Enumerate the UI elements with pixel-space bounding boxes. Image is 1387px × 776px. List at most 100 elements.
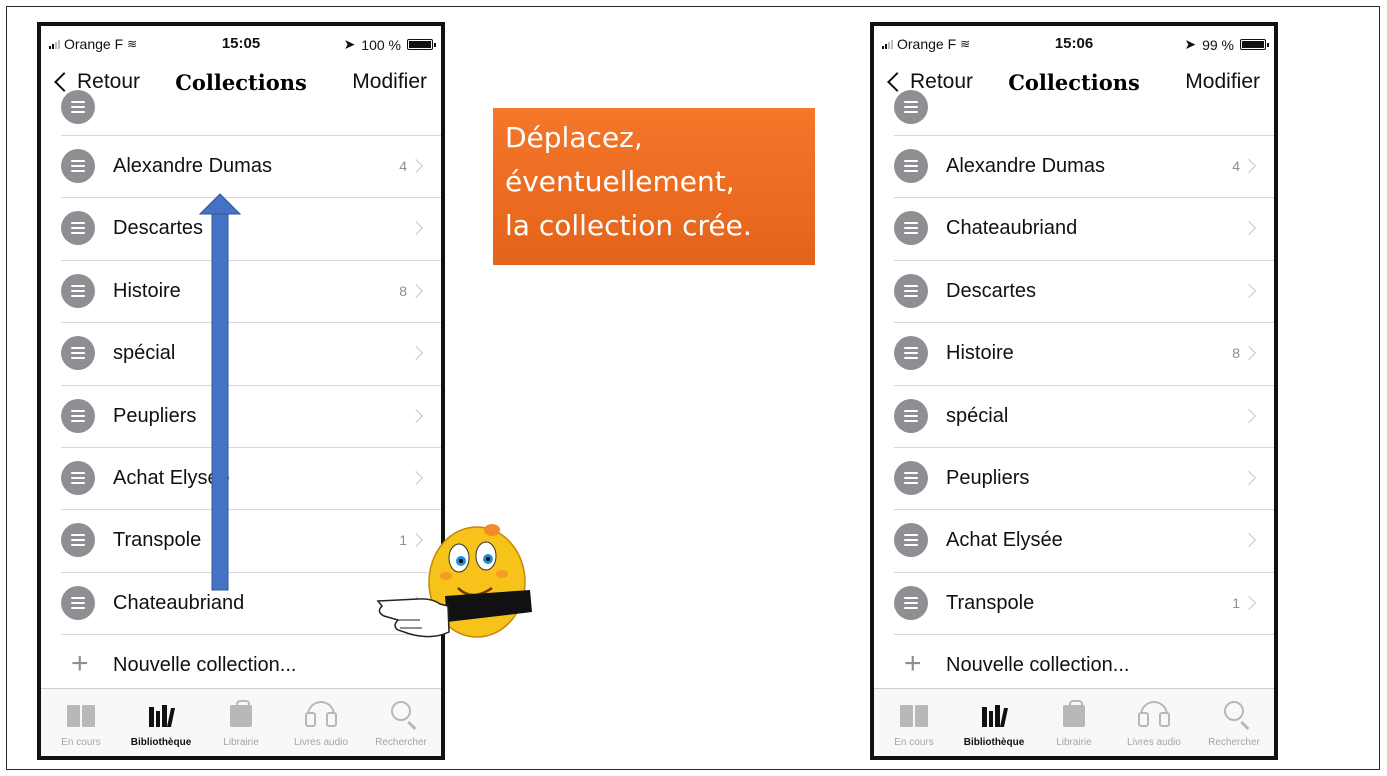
collection-name: Histoire	[113, 279, 181, 302]
item-count: 4	[1232, 158, 1240, 174]
collection-name: Achat Elysée	[946, 529, 1063, 552]
callout-line: la collection crée.	[505, 209, 752, 242]
tab-label: Rechercher	[375, 737, 427, 748]
tab-label: Livres audio	[294, 737, 348, 748]
collection-icon	[61, 336, 95, 371]
tab-store[interactable]: Librairie	[1034, 689, 1114, 756]
shopping-bag-icon	[1034, 697, 1114, 727]
status-right: ➤ 99 %	[1184, 36, 1269, 53]
edit-button[interactable]: Modifier	[1185, 70, 1260, 94]
list-item[interactable]: spécial	[61, 323, 441, 386]
item-count: 8	[1232, 345, 1240, 362]
collection-icon	[894, 211, 928, 246]
library-icon	[954, 697, 1034, 727]
chevron-right-icon	[1241, 533, 1257, 548]
list-item[interactable]: spécial	[894, 386, 1274, 448]
list-item[interactable]: Descartes	[894, 261, 1274, 324]
collection-name: Transpole	[113, 529, 202, 552]
new-collection-label: Nouvelle collection...	[113, 654, 297, 677]
shopping-bag-icon	[201, 697, 281, 727]
tab-reading-now[interactable]: En cours	[874, 689, 954, 756]
collection-name: spécial	[946, 404, 1009, 427]
chevron-right-icon	[408, 158, 424, 174]
tab-label: Livres audio	[1127, 737, 1181, 748]
collection-name: Alexandre Dumas	[113, 155, 272, 177]
tab-audiobooks[interactable]: Livres audio	[281, 689, 361, 756]
list-item[interactable]: Alexandre Dumas 4	[894, 136, 1274, 199]
list-item[interactable]: Achat Elysée	[894, 510, 1274, 573]
battery-icon	[1240, 39, 1269, 50]
tab-label: Librairie	[1056, 737, 1092, 748]
list-item[interactable]: Chateaubriand	[61, 573, 441, 636]
list-item[interactable]: Histoire 8	[894, 323, 1274, 386]
list-item[interactable]: Transpole 1	[61, 510, 441, 573]
collection-name: Peupliers	[113, 404, 197, 427]
phone-screenshot-before: Orange F ≋ 15:05 ➤ 100 % Retour Collecti…	[37, 22, 445, 760]
collection-name: Alexandre Dumas	[946, 155, 1105, 177]
list-item[interactable]: Alexandre Dumas 4	[61, 136, 441, 199]
tab-label: Bibliothèque	[963, 737, 1025, 748]
location-icon: ➤	[343, 36, 356, 52]
tab-store[interactable]: Librairie	[201, 689, 281, 756]
search-icon	[1194, 697, 1274, 727]
chevron-right-icon	[1241, 221, 1257, 236]
location-icon: ➤	[1184, 36, 1197, 52]
collection-icon	[894, 585, 928, 620]
collection-list: Alexandre Dumas 4 Chateaubriand Descartes Hi…	[874, 90, 1274, 698]
list-item-partial[interactable]	[61, 90, 441, 136]
chevron-right-icon	[408, 470, 424, 486]
item-count: 1	[1232, 594, 1240, 611]
callout-line: Déplacez,	[505, 121, 643, 154]
chevron-right-icon	[1241, 470, 1257, 486]
status-right: ➤ 100 %	[343, 36, 436, 53]
list-item[interactable]: Descartes	[61, 198, 441, 261]
list-item[interactable]: Histoire 8	[61, 261, 441, 324]
edit-button[interactable]: Modifier	[352, 70, 427, 94]
chevron-right-icon	[1241, 346, 1257, 361]
collection-icon	[894, 460, 928, 495]
phone-screenshot-after: Orange F ≋ 15:06 ➤ 99 % Retour Collectio…	[870, 22, 1278, 760]
navigation-bar: Retour Collections Modifier	[874, 64, 1274, 104]
chevron-right-icon	[1241, 283, 1257, 298]
plus-icon: +	[904, 647, 922, 681]
chevron-right-icon	[408, 408, 424, 423]
tab-audiobooks[interactable]: Livres audio	[1114, 689, 1194, 756]
status-bar: Orange F ≋ 15:06 ➤ 99 %	[874, 26, 1274, 60]
tab-bar: En cours Bibliothèque Librairie Livres audi…	[41, 688, 441, 756]
tab-label: En cours	[894, 737, 934, 748]
tab-label: Rechercher	[1208, 737, 1260, 748]
collection-icon	[894, 398, 928, 433]
chevron-right-icon	[408, 283, 424, 298]
list-item[interactable]: Chateaubriand	[894, 198, 1274, 261]
plus-icon: +	[71, 647, 89, 681]
tab-library[interactable]: Bibliothèque	[954, 689, 1034, 756]
collection-icon	[894, 336, 928, 371]
collection-icon	[61, 90, 95, 124]
list-item[interactable]: Achat Elysée	[61, 448, 441, 511]
chevron-right-icon	[408, 595, 424, 610]
chevron-right-icon	[408, 533, 424, 548]
chevron-right-icon	[1241, 158, 1257, 174]
item-count: 1	[399, 532, 407, 549]
list-item[interactable]: Peupliers	[894, 448, 1274, 511]
list-item[interactable]: Peupliers	[61, 386, 441, 448]
tab-label: En cours	[61, 737, 101, 748]
tab-reading-now[interactable]: En cours	[41, 689, 121, 756]
chevron-right-icon	[1241, 595, 1257, 610]
item-count: 4	[399, 158, 407, 174]
list-item-partial[interactable]	[894, 90, 1274, 136]
chevron-right-icon	[1241, 408, 1257, 423]
collection-icon	[61, 460, 95, 495]
instruction-callout: Déplacez, éventuellement, la collection …	[493, 108, 815, 265]
list-item[interactable]: Transpole 1	[894, 573, 1274, 636]
collection-name: Descartes	[946, 279, 1037, 302]
chevron-right-icon	[408, 221, 424, 236]
collection-icon	[894, 90, 928, 124]
search-icon	[361, 697, 441, 727]
navigation-bar: Retour Collections Modifier	[41, 64, 441, 104]
collection-name: Chateaubriand	[113, 591, 245, 614]
tab-search[interactable]: Rechercher	[1194, 689, 1274, 756]
tab-library[interactable]: Bibliothèque	[121, 689, 201, 756]
collection-name: Chateaubriand	[946, 217, 1078, 240]
tab-search[interactable]: Rechercher	[361, 689, 441, 756]
